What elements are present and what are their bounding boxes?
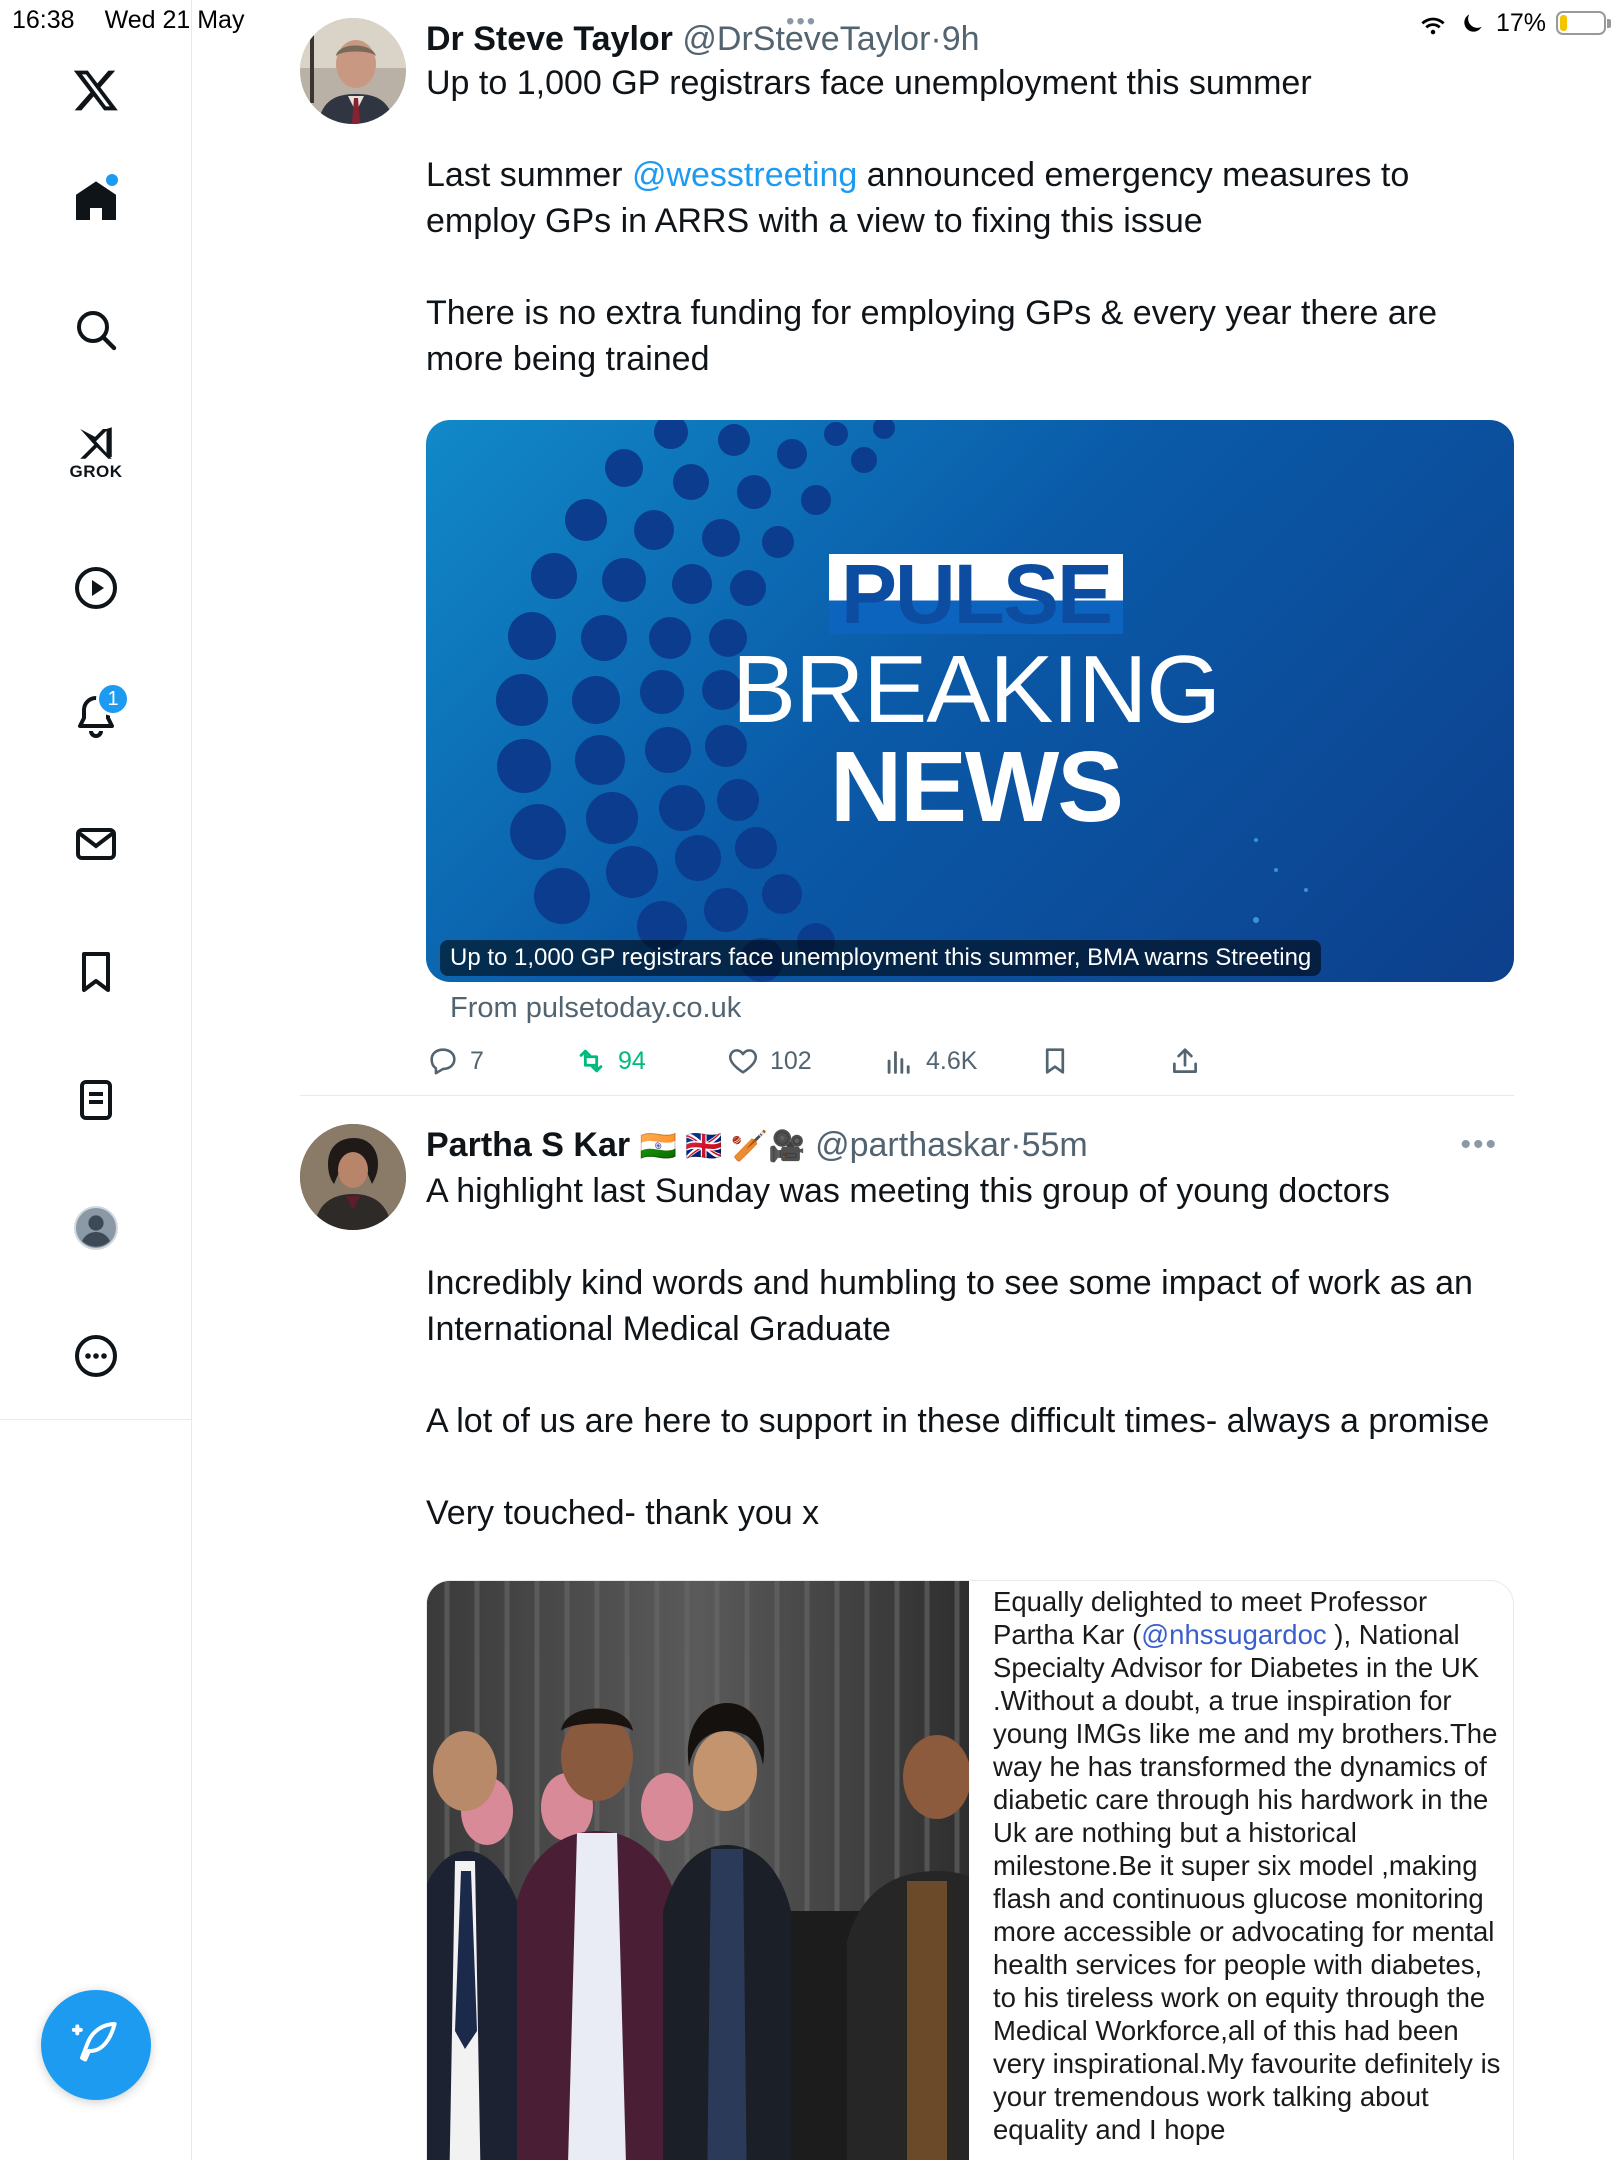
post-time[interactable]: 9h [942, 20, 980, 58]
more-options-icon[interactable]: ••• [1460, 1128, 1498, 1162]
post-time[interactable]: 55m [1022, 1126, 1088, 1164]
tweet-body: Partha S Kar 🇮🇳 🇬🇧 🏏🎥 @parthaskar·55m ••… [426, 1124, 1514, 1536]
tweet-actions: 7 94 102 4.6K [426, 1044, 1426, 1088]
retweet-icon [579, 1049, 603, 1073]
tweet-paragraph: Incredibly kind words and humbling to se… [426, 1264, 1473, 1348]
video-play-icon[interactable] [56, 548, 136, 628]
like-count: 102 [770, 1046, 812, 1075]
views-button[interactable]: 4.6K [882, 1044, 977, 1078]
bookmark-icon [1045, 1048, 1065, 1074]
grok-icon[interactable]: GROK [56, 412, 136, 492]
bookmark-icon[interactable] [56, 932, 136, 1012]
tweet-text: Up to 1,000 GP registrars face unemploym… [426, 60, 1514, 382]
compose-post-button[interactable] [41, 1990, 151, 2100]
retweet-button[interactable]: 94 [574, 1044, 646, 1078]
lists-icon[interactable] [56, 1060, 136, 1140]
messages-envelope-icon[interactable] [56, 804, 136, 884]
tweet-paragraph: Last summer @wesstreeting announced emer… [426, 152, 1514, 244]
heart-icon [728, 1049, 758, 1074]
reply-count: 7 [470, 1046, 484, 1075]
tweet-header: Partha S Kar 🇮🇳 🇬🇧 🏏🎥 @parthaskar·55m [426, 1124, 1514, 1168]
separator-dot: · [930, 20, 942, 58]
mention-link[interactable]: @wesstreeting [632, 156, 857, 194]
author-handle[interactable]: @DrSteveTaylor [682, 20, 930, 58]
pulse-brand: PULSE [828, 552, 1124, 636]
battery-fill [1560, 15, 1568, 31]
author-name[interactable]: Dr Steve Taylor [426, 20, 673, 58]
card-headline-news: NEWS [830, 731, 1124, 843]
views-count: 4.6K [926, 1046, 978, 1075]
sidebar: GROK 1 [0, 0, 192, 2160]
card-caption: Up to 1,000 GP registrars face unemploym… [440, 940, 1322, 976]
author-flags: 🇮🇳 🇬🇧 🏏🎥 [639, 1130, 806, 1163]
tweet-paragraph: Up to 1,000 GP registrars face unemploym… [426, 64, 1312, 102]
more-circle-icon[interactable] [56, 1316, 136, 1396]
group-photo[interactable] [427, 1581, 969, 2160]
notifications-bell-icon[interactable]: 1 [56, 676, 136, 756]
share-button[interactable] [1168, 1044, 1202, 1078]
separator-dot: · [1010, 1126, 1022, 1164]
sidebar-divider [0, 1419, 192, 1420]
quote-mention[interactable]: @nhssugardoc [1141, 1619, 1326, 1650]
home-icon[interactable] [56, 162, 136, 242]
tweet-paragraph: Very touched- thank you x [426, 1494, 820, 1532]
bookmark-button[interactable] [1038, 1044, 1072, 1078]
author-name[interactable]: Partha S Kar [426, 1126, 630, 1164]
compose-feather-icon [71, 2022, 117, 2062]
reply-icon [430, 1048, 456, 1075]
share-icon [1173, 1048, 1197, 1073]
tweet-body: Dr Steve Taylor @DrSteveTaylor·9h Up to … [426, 18, 1514, 382]
retweet-count: 94 [618, 1046, 646, 1075]
grok-label: GROK [69, 462, 123, 481]
tweet-header: Dr Steve Taylor @DrSteveTaylor·9h [426, 18, 1514, 60]
like-button[interactable]: 102 [726, 1044, 812, 1078]
text-segment: Last summer [426, 156, 632, 194]
card-headline: PULSE BREAKING NEWS [726, 552, 1226, 843]
card-source[interactable]: From pulsetoday.co.uk [450, 992, 741, 1025]
avatar[interactable] [300, 18, 406, 124]
battery-icon [1556, 11, 1611, 35]
tweet-paragraph: A lot of us are here to support in these… [426, 1402, 1490, 1440]
home-unread-dot [106, 174, 118, 186]
tweet-paragraph: A highlight last Sunday was meeting this… [426, 1172, 1390, 1210]
quoted-text: Equally delighted to meet Professor Part… [993, 1585, 1503, 2146]
tweet-divider [300, 1095, 1514, 1096]
tweet-text: A highlight last Sunday was meeting this… [426, 1168, 1514, 1536]
tweet-image[interactable]: Equally delighted to meet Professor Part… [426, 1580, 1514, 2160]
author-handle[interactable]: @parthaskar [815, 1126, 1010, 1164]
search-icon[interactable] [56, 290, 136, 370]
profile-avatar-icon[interactable] [56, 1188, 136, 1268]
views-chart-icon [887, 1051, 910, 1074]
reply-button[interactable]: 7 [426, 1044, 484, 1078]
card-headline-breaking: BREAKING [731, 636, 1221, 743]
quote-segment: ), National Specialty Advisor for Diabet… [993, 1619, 1501, 2145]
notifications-badge: 1 [96, 682, 130, 716]
link-card[interactable]: PULSE BREAKING NEWS Up to 1,000 GP regis… [426, 420, 1514, 982]
tweet-paragraph: There is no extra funding for employing … [426, 294, 1438, 378]
avatar[interactable] [300, 1124, 406, 1230]
x-logo-icon[interactable] [56, 50, 136, 130]
